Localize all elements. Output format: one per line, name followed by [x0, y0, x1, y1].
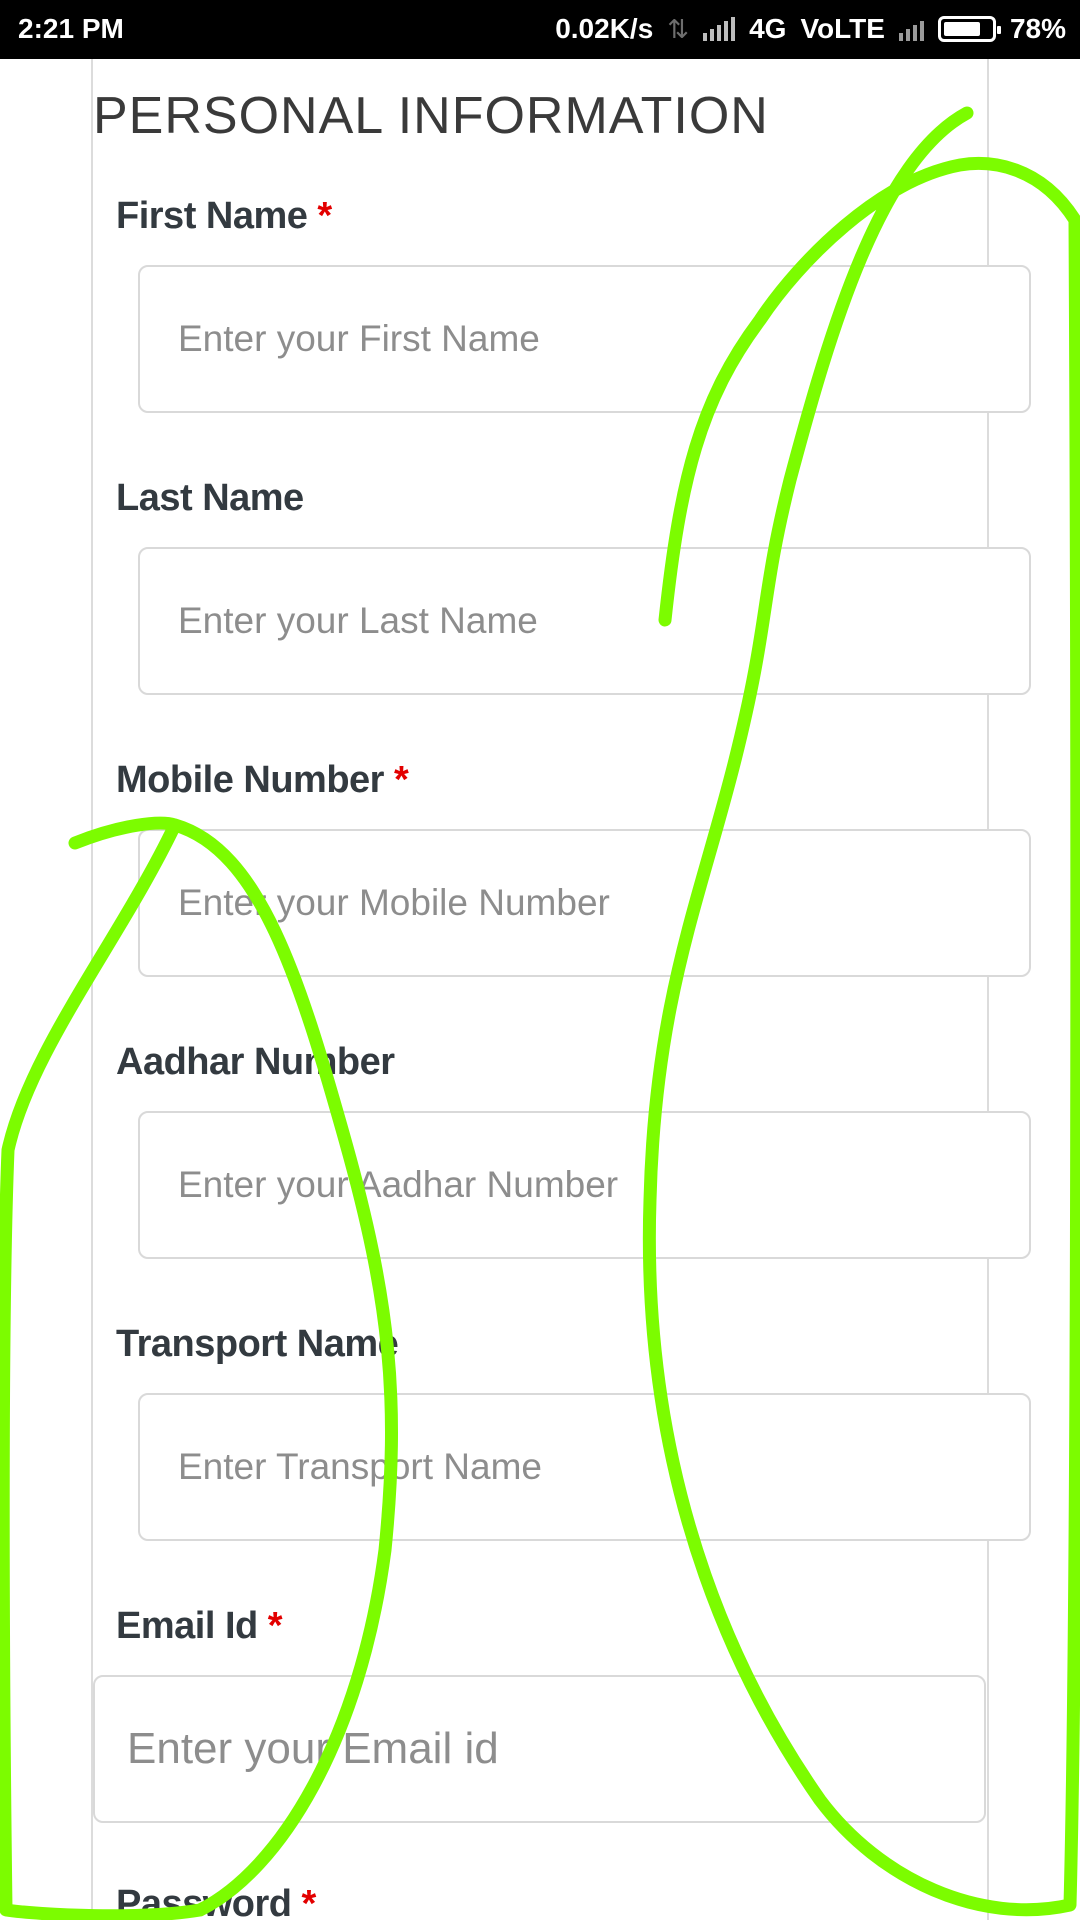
last-name-label: Last Name — [116, 477, 304, 520]
required-marker: * — [317, 195, 332, 237]
last-name-input[interactable] — [138, 547, 1031, 695]
panel-left-border — [91, 59, 93, 1920]
aadhar-number-input[interactable] — [138, 1111, 1031, 1259]
section-title: PERSONAL INFORMATION — [93, 87, 769, 145]
aadhar-number-label-text: Aadhar Number — [116, 1041, 395, 1083]
email-id-label-text: Email Id — [116, 1605, 258, 1647]
battery-icon — [937, 16, 1001, 42]
status-bar: 2:21 PM 0.02K/s ⇅ 4G VoLTE 78% — [0, 0, 1080, 59]
mobile-number-label: Mobile Number * — [116, 759, 409, 802]
transport-name-label: Transport Name — [116, 1323, 399, 1366]
first-name-label-text: First Name — [116, 195, 308, 237]
volte-label: VoLTE — [800, 13, 885, 44]
first-name-input[interactable] — [138, 265, 1031, 413]
transport-name-label-text: Transport Name — [116, 1323, 399, 1365]
email-id-label: Email Id * — [116, 1605, 283, 1648]
transport-name-input[interactable] — [138, 1393, 1031, 1541]
email-id-input[interactable] — [93, 1675, 986, 1823]
mobile-number-label-text: Mobile Number — [116, 759, 384, 801]
signal-icon-secondary — [898, 17, 924, 41]
signal-icon — [703, 17, 736, 41]
password-label-text: Password — [116, 1883, 292, 1925]
aadhar-number-label: Aadhar Number — [116, 1041, 395, 1084]
battery-percent: 78% — [1009, 13, 1066, 44]
required-marker: * — [393, 759, 409, 801]
net-speed: 0.02K/s — [555, 13, 654, 44]
status-indicators: 0.02K/s ⇅ 4G VoLTE 78% — [555, 13, 1066, 45]
status-time: 2:21 PM — [18, 13, 124, 44]
mobile-number-input[interactable] — [138, 829, 1031, 977]
data-activity-icon: ⇅ — [667, 13, 690, 44]
network-type: 4G — [749, 13, 787, 44]
required-marker: * — [267, 1605, 283, 1647]
required-marker: * — [301, 1883, 317, 1925]
last-name-label-text: Last Name — [116, 477, 304, 519]
first-name-label: First Name * — [116, 195, 332, 238]
